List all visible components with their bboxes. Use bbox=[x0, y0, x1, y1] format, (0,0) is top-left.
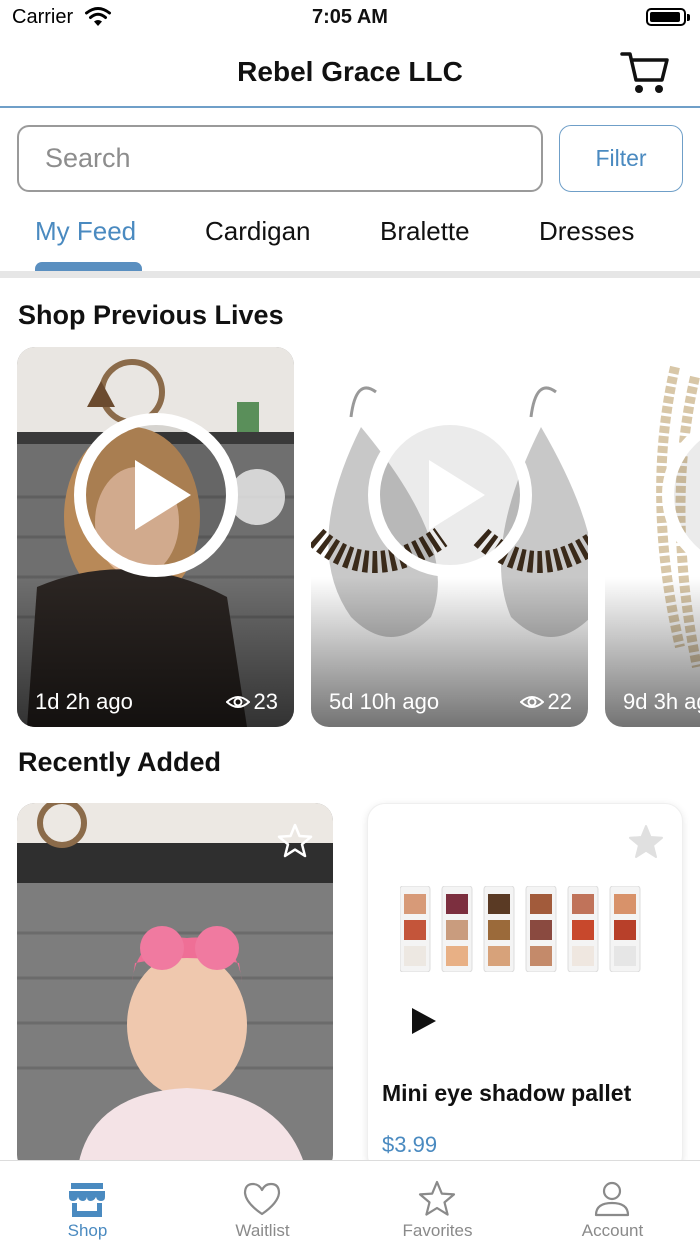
live-video-card-partial[interactable]: 9d 3h ago bbox=[605, 347, 700, 727]
store-icon bbox=[69, 1183, 105, 1217]
favorite-star-icon[interactable] bbox=[276, 822, 314, 860]
live-time-ago: 1d 2h ago bbox=[35, 689, 133, 714]
play-icon[interactable] bbox=[365, 410, 535, 580]
category-tabs: My Feed Cardigan Bralette Dresses · bbox=[0, 208, 700, 278]
tab-cardigan[interactable]: Cardigan bbox=[205, 216, 311, 247]
play-icon[interactable] bbox=[659, 410, 700, 580]
tab-dresses[interactable]: Dresses bbox=[539, 216, 634, 247]
nav-bar: Rebel Grace LLC bbox=[0, 36, 700, 108]
live-time-ago: 9d 3h ago bbox=[623, 689, 700, 714]
tab-bar-shop[interactable]: Shop bbox=[0, 1161, 175, 1244]
tab-bar-label: Shop bbox=[67, 1221, 108, 1240]
tab-my-feed[interactable]: My Feed bbox=[35, 216, 136, 247]
eye-icon bbox=[519, 696, 544, 708]
product-price: $3.99 bbox=[382, 1132, 438, 1157]
tab-bar-account[interactable]: Account bbox=[525, 1161, 700, 1244]
live-time-ago: 5d 10h ago bbox=[329, 689, 440, 714]
product-card[interactable]: Mini eye shadow pallet $3.99 bbox=[367, 803, 683, 1173]
product-name: Mini eye shadow pallet bbox=[382, 1080, 632, 1106]
star-icon bbox=[418, 1180, 456, 1216]
tab-bar: Shop Waitlist Favorites Account bbox=[0, 1160, 700, 1244]
view-count-value: 23 bbox=[253, 689, 278, 714]
play-icon[interactable] bbox=[71, 410, 241, 580]
eye-icon bbox=[225, 696, 250, 708]
view-count-value: 22 bbox=[547, 689, 572, 714]
tab-bar-label: Waitlist bbox=[235, 1221, 290, 1240]
live-view-count: 23 bbox=[225, 689, 278, 715]
play-icon[interactable] bbox=[410, 1006, 438, 1036]
person-icon bbox=[594, 1181, 630, 1217]
tab-bralette[interactable]: Bralette bbox=[380, 216, 470, 247]
product-image bbox=[400, 886, 641, 972]
section-title-recently-added: Recently Added bbox=[18, 747, 222, 777]
tab-bar-favorites[interactable]: Favorites bbox=[350, 1161, 525, 1244]
status-bar: Carrier 7:05 AM bbox=[0, 0, 700, 36]
tab-bar-waitlist[interactable]: Waitlist bbox=[175, 1161, 350, 1244]
heart-icon bbox=[243, 1182, 281, 1216]
status-time: 7:05 AM bbox=[312, 6, 388, 28]
filter-button[interactable]: Filter bbox=[559, 125, 683, 192]
search-input[interactable]: Search bbox=[17, 125, 543, 192]
tab-bar-label: Account bbox=[581, 1221, 644, 1240]
live-video-card[interactable]: 1d 2h ago 23 bbox=[17, 347, 294, 727]
favorite-star-icon[interactable] bbox=[627, 823, 665, 861]
live-view-count: 22 bbox=[519, 689, 572, 715]
tab-bar-label: Favorites bbox=[402, 1221, 473, 1240]
page-title: Rebel Grace LLC bbox=[237, 56, 463, 87]
tabs-divider bbox=[0, 271, 700, 278]
section-title-previous-lives: Shop Previous Lives bbox=[18, 300, 284, 330]
cart-icon[interactable] bbox=[620, 48, 670, 96]
battery-icon bbox=[646, 8, 690, 26]
live-video-card[interactable]: 5d 10h ago 22 bbox=[311, 347, 588, 727]
product-card[interactable] bbox=[17, 803, 333, 1173]
